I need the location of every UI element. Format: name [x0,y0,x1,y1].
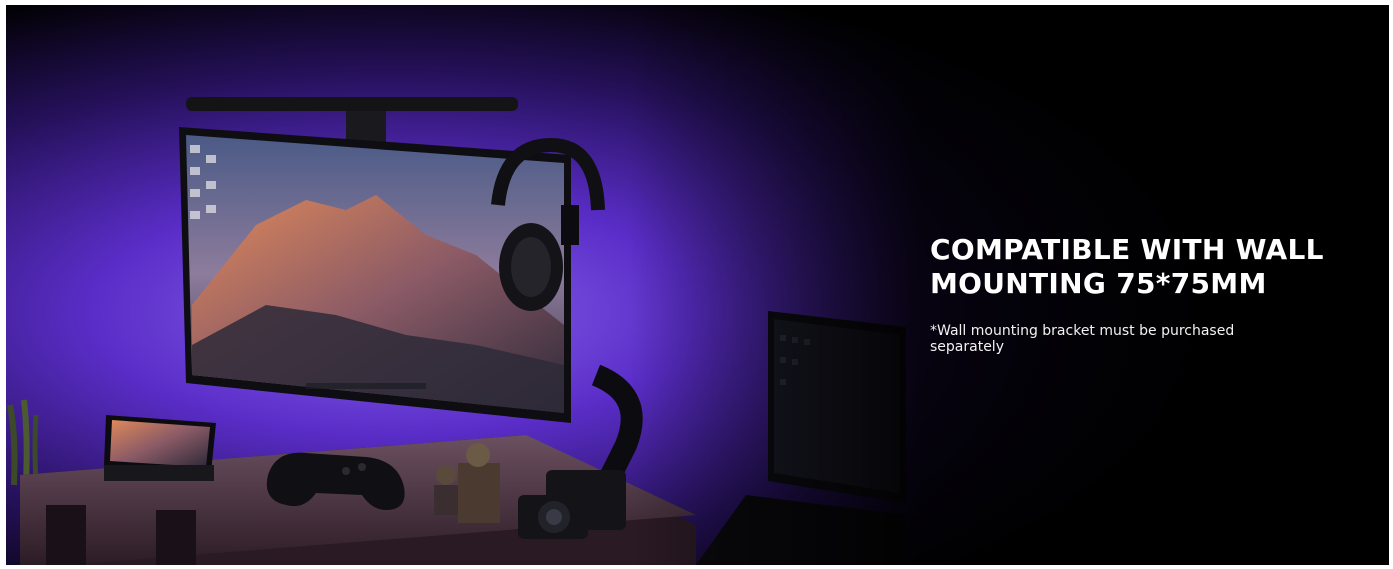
feature-note: *Wall mounting bracket must be purchased… [930,323,1235,355]
feature-text-block: COMPATIBLE WITH WALL MOUNTING 75*75MM *W… [930,233,1350,355]
product-banner: COMPATIBLE WITH WALL MOUNTING 75*75MM *W… [6,5,1389,565]
feature-headline: COMPATIBLE WITH WALL MOUNTING 75*75MM [930,233,1324,300]
